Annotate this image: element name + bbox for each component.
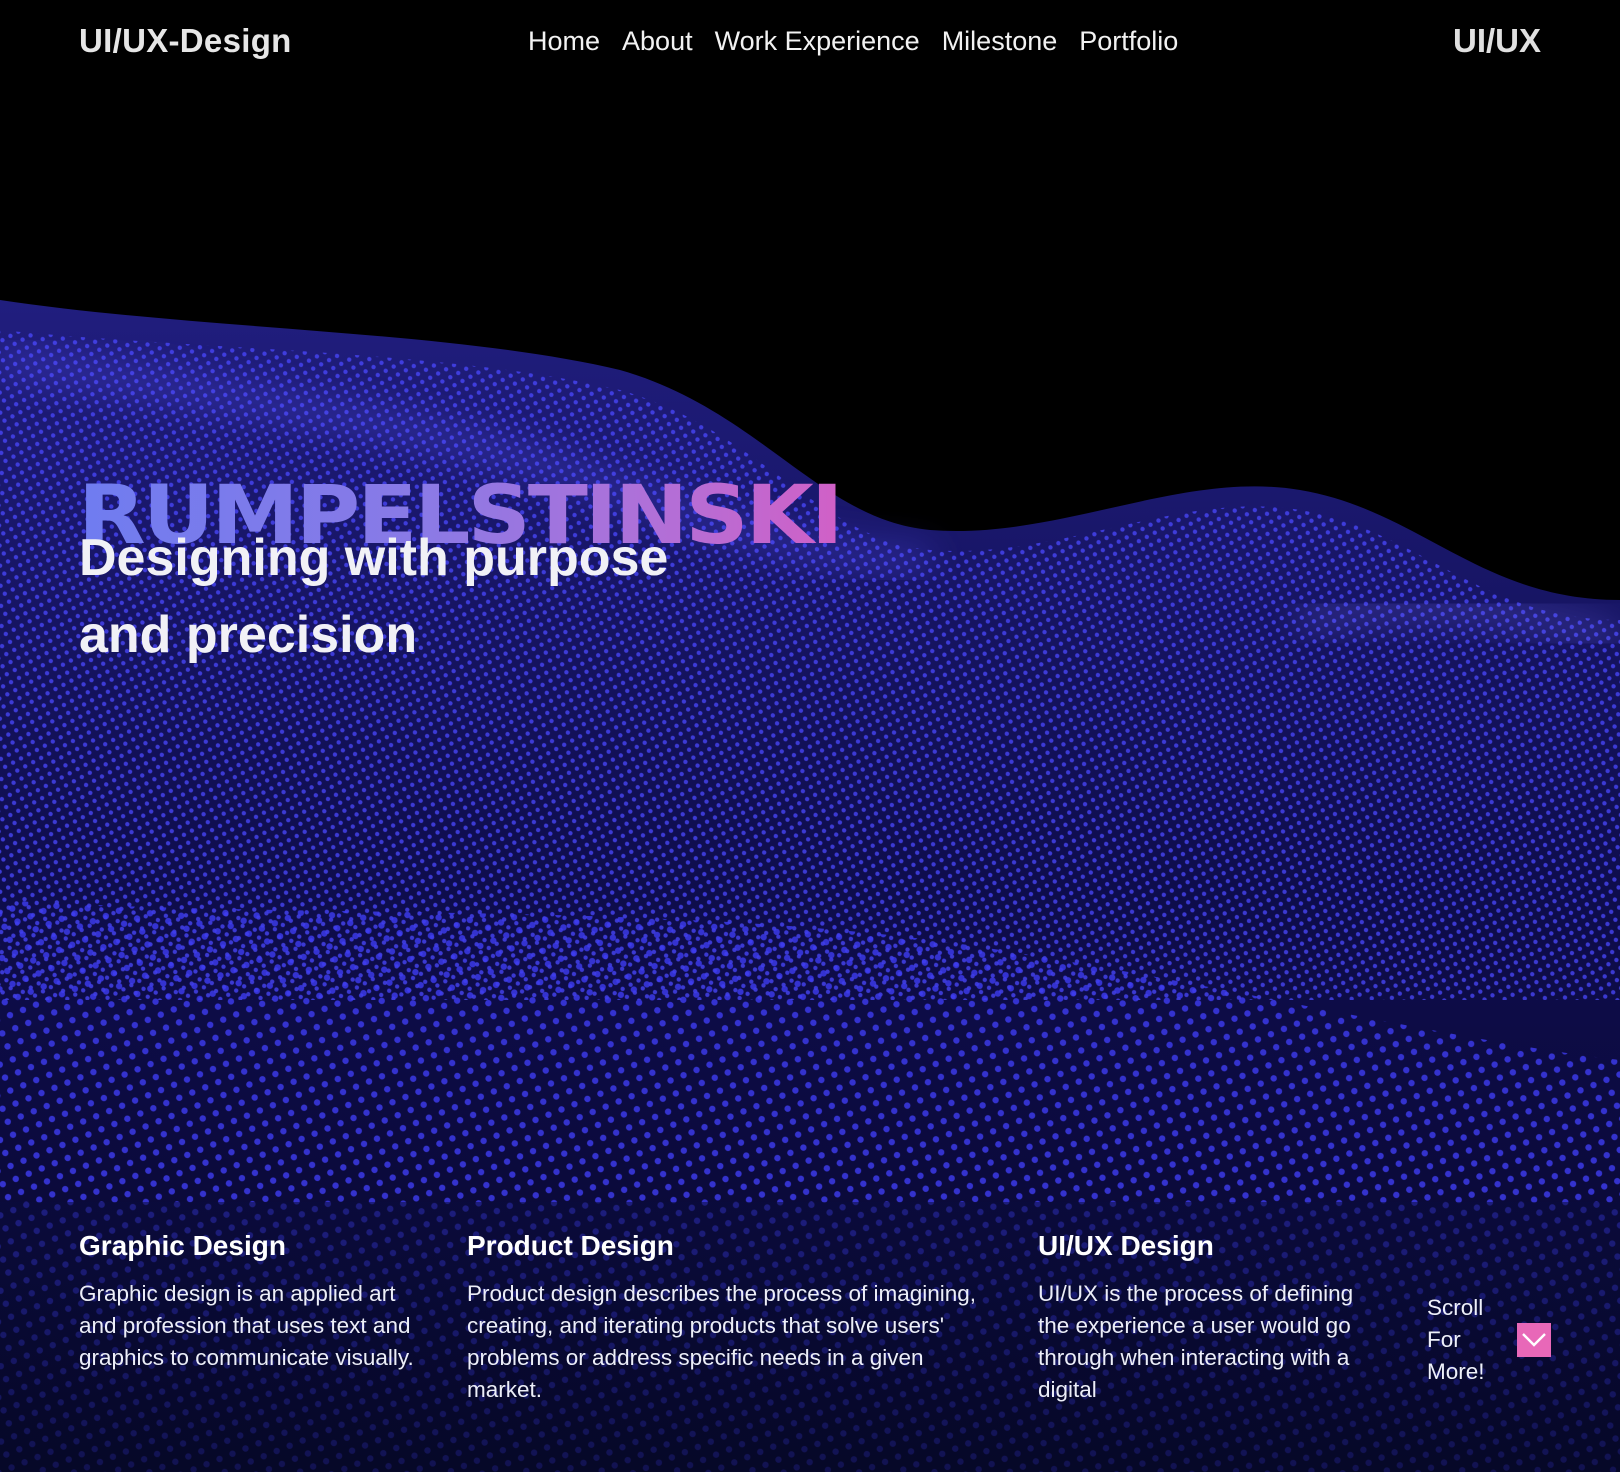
service-description: UI/UX is the process of defining the exp… [1038, 1281, 1354, 1402]
service-description: Graphic design is an applied art and pro… [79, 1281, 414, 1370]
scroll-more-label: Scroll For More! [1427, 1295, 1485, 1384]
nav-link-milestone[interactable]: Milestone [942, 26, 1058, 57]
service-card-graphic: Graphic Design Graphic design is an appl… [79, 1230, 429, 1374]
nav-link-portfolio[interactable]: Portfolio [1079, 26, 1178, 57]
services-strip: Graphic Design Graphic design is an appl… [0, 1202, 1620, 1472]
brand-right-logo[interactable]: UI/UX [1453, 22, 1541, 60]
hero-tagline-line2: and precision [79, 606, 418, 664]
top-nav: UI/UX-Design Home About Work Experience … [0, 0, 1620, 88]
nav-link-about[interactable]: About [622, 26, 693, 57]
nav-link-work-experience[interactable]: Work Experience [715, 26, 920, 57]
service-card-product: Product Design Product design describes … [467, 1230, 977, 1406]
nav-link-home[interactable]: Home [528, 26, 600, 57]
nav-links: Home About Work Experience Milestone Por… [528, 26, 1178, 57]
hero-tagline-line1: Designing with purpose [79, 529, 669, 587]
service-title: Graphic Design [79, 1230, 286, 1261]
hero-tagline: Designing with purpose and precision [79, 520, 799, 674]
service-description: Product design describes the process of … [467, 1281, 977, 1402]
service-title: Product Design [467, 1230, 674, 1261]
chevron-down-icon[interactable] [1517, 1323, 1551, 1357]
service-title: UI/UX Design [1038, 1230, 1214, 1261]
service-card-uiux: UI/UX Design UI/UX is the process of def… [1038, 1230, 1388, 1406]
scroll-more-button[interactable]: Scroll For More! [1427, 1292, 1551, 1388]
brand-logo[interactable]: UI/UX-Design [79, 22, 292, 60]
